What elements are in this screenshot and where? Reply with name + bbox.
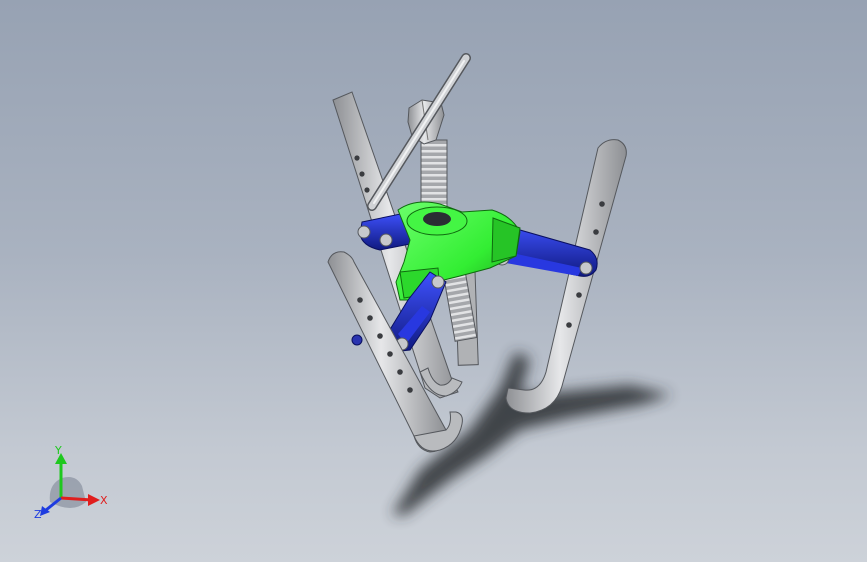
x-axis-label: X (100, 494, 108, 507)
leg-hole (367, 315, 373, 321)
x-axis-arrow-icon (88, 494, 100, 506)
3d-viewport[interactable]: Y X Z (0, 0, 867, 562)
leg-hole (566, 322, 572, 328)
orientation-triad[interactable]: Y X Z (28, 440, 118, 530)
x-axis-line (60, 496, 93, 502)
leg-hole (397, 369, 403, 375)
leg-hole (354, 155, 360, 161)
z-axis-label: Z (34, 508, 42, 521)
pivot-bolt (579, 261, 593, 275)
leg-hole (576, 292, 582, 298)
t-handle-bar[interactable] (367, 53, 471, 211)
leg-hole (359, 171, 365, 177)
leg-hole (407, 387, 413, 393)
y-axis-label: Y (54, 444, 62, 457)
leg-hole (357, 297, 363, 303)
leg-hole (599, 201, 605, 207)
leg-hole (377, 333, 383, 339)
pivot-bolt (379, 233, 393, 247)
gear-puller-model[interactable] (0, 0, 867, 562)
leg-hole (387, 351, 393, 357)
leg-hole (364, 187, 370, 193)
pivot-bolt (431, 275, 445, 289)
leg-hole (593, 229, 599, 235)
pin-icon (351, 334, 363, 346)
pivot-bolt (357, 225, 371, 239)
